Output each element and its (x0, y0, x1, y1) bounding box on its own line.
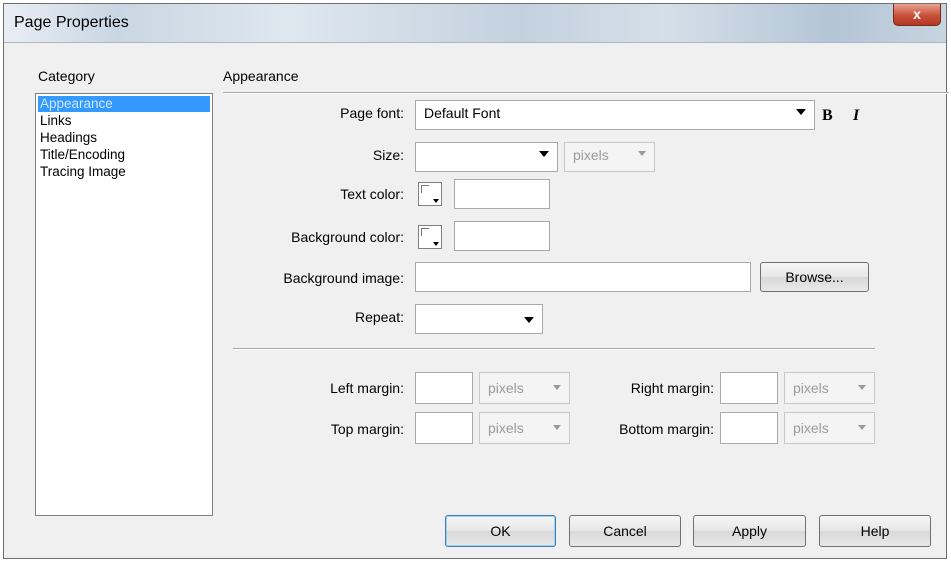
left-margin-unit: pixels (488, 380, 524, 396)
text-color-picker[interactable] (418, 182, 442, 206)
chevron-down-icon (553, 385, 561, 390)
category-label: Category (38, 68, 95, 84)
page-font-label: Page font: (340, 105, 404, 121)
bold-button[interactable]: B (822, 107, 833, 125)
bg-color-picker[interactable] (418, 225, 442, 249)
page-font-select[interactable]: Default Font (415, 100, 815, 130)
section-divider (223, 92, 949, 94)
size-unit-value: pixels (573, 147, 609, 163)
size-label: Size: (372, 147, 404, 163)
page-font-value: Default Font (424, 105, 501, 121)
help-button[interactable]: Help (819, 515, 931, 547)
right-margin-unit: pixels (793, 380, 829, 396)
text-color-label: Text color: (340, 186, 404, 202)
left-margin-label: Left margin: (330, 380, 404, 396)
page-properties-dialog: Page Properties x Category Appearance Li… (3, 3, 949, 559)
left-margin-input[interactable] (415, 372, 473, 404)
bg-image-input[interactable] (415, 262, 751, 292)
bg-color-input[interactable] (454, 221, 550, 251)
bottom-margin-unit-select[interactable]: pixels (784, 412, 875, 444)
category-item-appearance[interactable]: Appearance (38, 96, 210, 112)
top-margin-label: Top margin: (330, 421, 404, 437)
chevron-down-icon (433, 242, 439, 246)
right-margin-label: Right margin: (630, 380, 714, 396)
ok-button[interactable]: OK (445, 515, 556, 547)
bg-image-label: Background image: (283, 270, 404, 286)
chevron-down-icon (539, 151, 549, 157)
bottom-margin-input[interactable] (720, 412, 778, 444)
right-margin-input[interactable] (720, 372, 778, 404)
category-item-links[interactable]: Links (38, 113, 74, 129)
bottom-margin-unit: pixels (793, 420, 829, 436)
chevron-down-icon (553, 425, 561, 430)
top-margin-unit-select[interactable]: pixels (479, 412, 570, 444)
chevron-down-icon (858, 385, 866, 390)
right-margin-unit-select[interactable]: pixels (784, 372, 875, 404)
margins-divider (233, 348, 875, 350)
dialog-title: Page Properties (14, 14, 129, 31)
close-icon: x (913, 6, 921, 22)
size-unit-select[interactable]: pixels (564, 142, 655, 172)
italic-button[interactable]: I (853, 107, 859, 125)
browse-button[interactable]: Browse... (760, 262, 869, 292)
top-margin-input[interactable] (415, 412, 473, 444)
chevron-down-icon (796, 109, 806, 115)
category-item-title-encoding[interactable]: Title/Encoding (38, 147, 127, 163)
chevron-down-icon (858, 425, 866, 430)
close-button[interactable]: x (893, 4, 941, 26)
text-color-input[interactable] (454, 179, 550, 209)
apply-button[interactable]: Apply (693, 515, 806, 547)
chevron-down-icon (433, 199, 439, 203)
chevron-down-icon (524, 317, 534, 323)
bottom-margin-label: Bottom margin: (619, 421, 714, 437)
top-margin-unit: pixels (488, 420, 524, 436)
title-bar[interactable]: Page Properties x (4, 4, 946, 43)
repeat-label: Repeat: (354, 309, 404, 325)
bg-color-label: Background color: (291, 229, 404, 245)
category-item-headings[interactable]: Headings (38, 130, 99, 146)
cancel-button[interactable]: Cancel (569, 515, 681, 547)
category-list[interactable]: Appearance Links Headings Title/Encoding… (35, 93, 213, 516)
left-margin-unit-select[interactable]: pixels (479, 372, 570, 404)
chevron-down-icon (638, 151, 646, 156)
category-item-tracing-image[interactable]: Tracing Image (38, 164, 128, 180)
size-select[interactable] (415, 142, 558, 172)
repeat-select[interactable] (415, 304, 543, 334)
section-title: Appearance (223, 68, 299, 84)
